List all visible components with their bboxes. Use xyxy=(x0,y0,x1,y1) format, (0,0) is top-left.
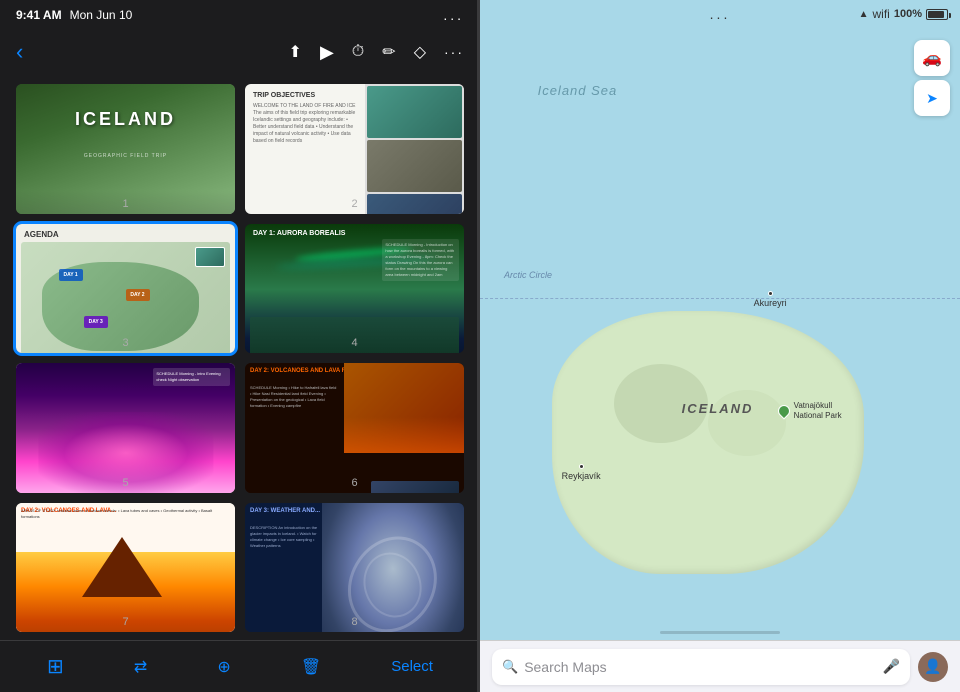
reykjavik-marker: Reykjavík xyxy=(562,464,601,481)
search-placeholder[interactable]: Search Maps xyxy=(524,659,606,675)
search-icon: 🔍 xyxy=(502,659,518,675)
slide-7-number: 7 xyxy=(16,616,235,628)
search-input-wrap: 🔍 Search Maps 🎤 xyxy=(492,649,910,685)
iceland-sea-label: Iceland Sea xyxy=(538,83,618,98)
battery-bar xyxy=(926,9,948,20)
keynote-panel: 9:41 AM Mon Jun 10 ... ‹ ⬆ ▶ ⏱ ✏ ◇ ··· I… xyxy=(0,0,480,692)
status-bar-left: 9:41 AM Mon Jun 10 ... xyxy=(0,0,480,28)
wifi-icon: wifi xyxy=(873,7,890,21)
akureyri-label: Akureyri xyxy=(754,298,787,308)
slide-2-number: 2 xyxy=(245,198,464,210)
park-label: VatnajökullNational Park xyxy=(794,401,842,420)
iceland-land xyxy=(552,311,864,574)
transitions-icon[interactable]: ⇄ xyxy=(134,657,147,677)
timer-icon[interactable]: ⏱ xyxy=(352,43,364,61)
location-button[interactable]: ➤ xyxy=(914,80,950,116)
status-dots-left: ... xyxy=(443,7,464,23)
select-button[interactable]: Select xyxy=(391,658,433,675)
maps-panel: ... ▲ wifi 100% Iceland Sea Arctic Circl… xyxy=(480,0,960,692)
status-date: Mon Jun 10 xyxy=(70,8,133,22)
akureyri-dot xyxy=(768,291,773,296)
avatar[interactable]: 👤 xyxy=(918,652,948,682)
scroll-indicator xyxy=(660,631,780,634)
car-icon: 🚗 xyxy=(922,48,942,68)
slide-4-number: 4 xyxy=(245,337,464,349)
add-slide-icon[interactable]: ⊞ xyxy=(47,654,64,679)
slide-2[interactable]: TRIP OBJECTIVES WELCOME TO THE LAND OF F… xyxy=(245,84,464,214)
toolbar-right: ⬆ ▶ ⏱ ✏ ◇ ··· xyxy=(289,42,464,63)
back-button[interactable]: ‹ xyxy=(16,39,23,65)
status-dots-right: ... xyxy=(710,6,731,22)
slide-5-number: 5 xyxy=(16,477,235,489)
bottom-toolbar: ⊞ ⇄ ⊕ 🗑 Select xyxy=(0,640,480,692)
slide-8[interactable]: DAY 3: WEATHER AND... DESCRIPTION An int… xyxy=(245,503,464,633)
slide-4[interactable]: DAY 1: AURORA BOREALIS SCHEDULE Morning … xyxy=(245,224,464,354)
duplicate-icon[interactable]: ⊕ xyxy=(217,657,230,677)
park-pin-icon xyxy=(775,402,792,419)
reykjavik-dot xyxy=(579,464,584,469)
slide-3[interactable]: AGENDA DAY 1 DAY 2 DAY 3 3 xyxy=(16,224,235,354)
iceland-label: ICELAND xyxy=(682,401,754,416)
location-icon: ➤ xyxy=(926,90,938,107)
slide-1-number: 1 xyxy=(16,198,235,210)
reykjavik-label: Reykjavík xyxy=(562,471,601,481)
slide-6[interactable]: DAY 2: VOLCANOES AND LAVA FIELDS SCHEDUL… xyxy=(245,363,464,493)
play-icon[interactable]: ▶ xyxy=(320,42,334,63)
status-time: 9:41 AM xyxy=(16,8,62,22)
pencil-icon[interactable]: ✏ xyxy=(382,42,395,62)
drive-mode-button[interactable]: 🚗 xyxy=(914,40,950,76)
vatnajokull-marker: VatnajökullNational Park xyxy=(778,401,842,420)
toolbar-left: ‹ xyxy=(16,39,23,65)
slide-7[interactable]: DAY 2: VOLCANOES AND LAVA... AREAS OF ST… xyxy=(16,503,235,633)
delete-icon[interactable]: 🗑 xyxy=(301,657,321,677)
search-bar: 🔍 Search Maps 🎤 👤 xyxy=(480,640,960,692)
keynote-toolbar: ‹ ⬆ ▶ ⏱ ✏ ◇ ··· xyxy=(0,28,480,76)
share-icon[interactable]: ⬆ xyxy=(289,42,302,62)
slide-3-number: 3 xyxy=(16,337,235,349)
slide-8-number: 8 xyxy=(245,616,464,628)
map-controls: 🚗 ➤ xyxy=(914,40,950,116)
arctic-circle-label: Arctic Circle xyxy=(504,270,552,280)
arctic-circle-line xyxy=(480,298,960,299)
slide-6-number: 6 xyxy=(245,477,464,489)
akureyri-marker: Akureyri xyxy=(754,291,787,308)
slide-5[interactable]: DAY 1: AURORA BOREALIS SCHEDULE Morning … xyxy=(16,363,235,493)
status-bar-right: ... ▲ wifi 100% xyxy=(480,0,960,28)
slides-grid: ICELAND GEOGRAPHIC FIELD TRIP 1 TRIP OBJ… xyxy=(0,76,480,640)
mic-icon[interactable]: 🎤 xyxy=(883,658,900,675)
battery-icon: 100% xyxy=(894,8,922,20)
signal-icon: ▲ xyxy=(859,9,869,20)
slide-1[interactable]: ICELAND GEOGRAPHIC FIELD TRIP 1 xyxy=(16,84,235,214)
more-icon[interactable]: ··· xyxy=(444,44,464,60)
shapes-icon[interactable]: ◇ xyxy=(414,42,426,62)
